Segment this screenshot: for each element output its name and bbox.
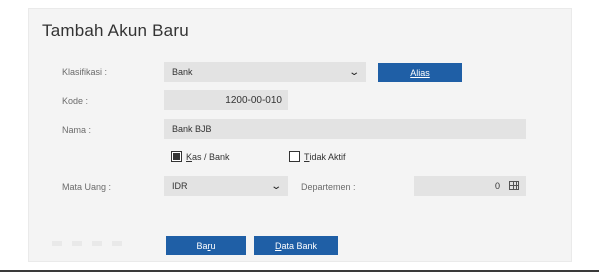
- kode-input[interactable]: 1200-00-010: [164, 90, 288, 110]
- baru-button[interactable]: Ba r u: [166, 236, 246, 255]
- dialog-title: Tambah Akun Baru: [42, 21, 189, 40]
- alias-button-label: Alias: [410, 67, 430, 78]
- checkbox-checked-icon: [171, 151, 182, 162]
- mata-uang-value: IDR: [172, 181, 188, 191]
- last-record-icon[interactable]: [112, 241, 122, 246]
- bottom-divider: [0, 270, 599, 272]
- checkbox-unchecked-icon: [289, 151, 300, 162]
- mata-uang-select[interactable]: IDR ⌄: [164, 176, 288, 196]
- baru-label-post: u: [210, 240, 216, 251]
- nama-input[interactable]: Bank BJB: [164, 119, 526, 139]
- tidak-aktif-label-rest: idak Aktif: [309, 151, 346, 162]
- mata-uang-label: Mata Uang :: [62, 182, 112, 192]
- chevron-down-icon: ⌄: [269, 181, 282, 192]
- alias-button[interactable]: Alias: [378, 63, 462, 82]
- departemen-input[interactable]: 0: [414, 176, 526, 196]
- next-record-icon[interactable]: [92, 241, 102, 246]
- kas-bank-checkbox[interactable]: Kas / Bank: [171, 151, 230, 162]
- klasifikasi-label: Klasifikasi :: [62, 67, 108, 77]
- chevron-down-icon: ⌄: [347, 67, 360, 78]
- baru-label-pre: Ba: [196, 240, 208, 251]
- nama-label: Nama :: [62, 125, 92, 135]
- kode-value: 1200-00-010: [225, 94, 282, 106]
- tidak-aktif-checkbox[interactable]: Tidak Aktif: [289, 151, 346, 162]
- klasifikasi-select[interactable]: Bank ⌄: [164, 62, 366, 82]
- prev-record-icon[interactable]: [72, 241, 82, 246]
- data-bank-button[interactable]: Data Bank: [254, 236, 338, 255]
- departemen-value: 0: [494, 181, 500, 191]
- record-navigation: [52, 241, 122, 246]
- data-bank-label-post: ata Bank: [281, 240, 318, 251]
- kode-label: Kode :: [62, 96, 89, 106]
- nama-value: Bank BJB: [172, 124, 212, 134]
- departemen-label: Departemen :: [301, 182, 356, 192]
- klasifikasi-value: Bank: [172, 67, 193, 77]
- first-record-icon[interactable]: [52, 241, 62, 246]
- grid-icon[interactable]: [509, 181, 519, 190]
- kas-bank-label-rest: as / Bank: [192, 151, 230, 162]
